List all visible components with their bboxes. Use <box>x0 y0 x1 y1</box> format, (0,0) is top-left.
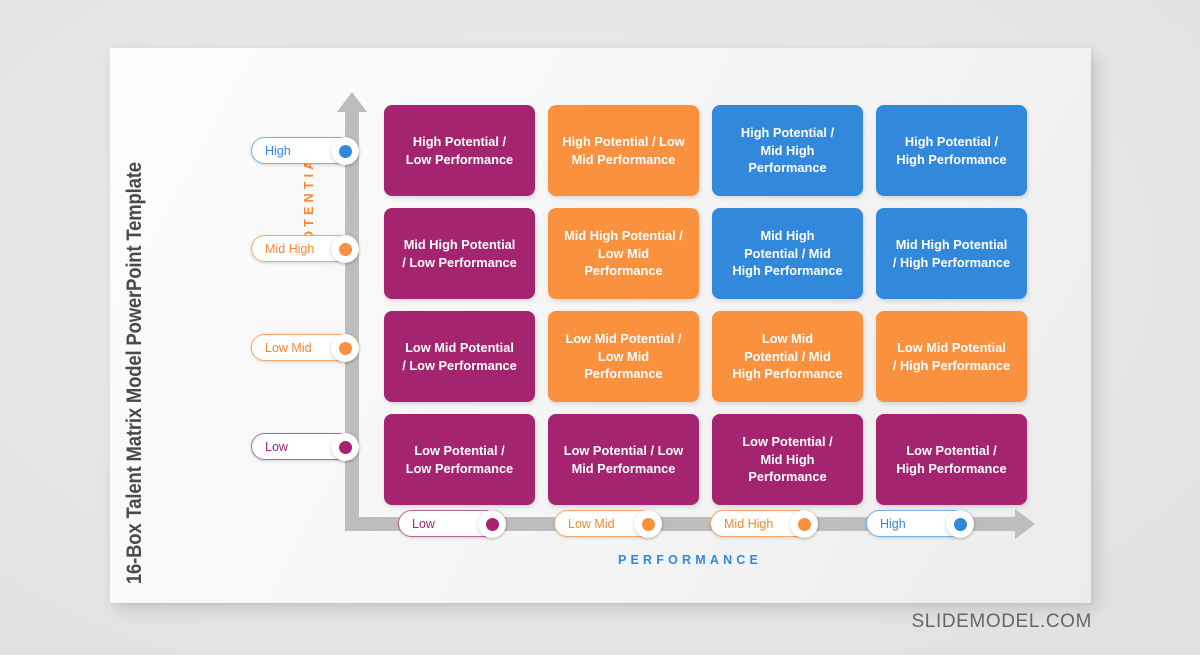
pill-knob-icon <box>946 510 974 538</box>
pill-dot-icon <box>641 517 655 531</box>
pill-dot-icon <box>338 341 352 355</box>
y-axis-label: POTENTIAL <box>302 144 316 254</box>
matrix-cell[interactable]: Mid High Potential / Low Mid Performance <box>548 208 699 299</box>
pill-dot-icon <box>953 517 967 531</box>
slide-title-text: 16-Box Talent Matrix Model PowerPoint Te… <box>121 162 146 585</box>
y-axis-pill-low-mid[interactable]: Low Mid <box>251 334 359 362</box>
pill-dot-icon <box>485 517 499 531</box>
matrix-cell[interactable]: High Potential / Low Performance <box>384 105 535 196</box>
x-axis-pill-low-mid[interactable]: Low Mid <box>554 510 662 538</box>
y-axis-pill-low[interactable]: Low <box>251 433 359 461</box>
pill-knob-icon <box>790 510 818 538</box>
pill-dot-icon <box>338 440 352 454</box>
matrix-cell[interactable]: Low Potential / Low Mid Performance <box>548 414 699 505</box>
matrix-cell[interactable]: Mid High Potential / Mid High Performanc… <box>712 208 863 299</box>
x-axis-arrowhead-icon <box>1015 509 1035 539</box>
slide-canvas: 16-Box Talent Matrix Model PowerPoint Te… <box>110 48 1091 603</box>
pill-knob-icon <box>331 137 359 165</box>
matrix-cell[interactable]: High Potential / Mid High Performance <box>712 105 863 196</box>
matrix-cell[interactable]: High Potential / High Performance <box>876 105 1027 196</box>
x-axis-pill-low[interactable]: Low <box>398 510 506 538</box>
pill-dot-icon <box>797 517 811 531</box>
matrix-cell[interactable]: Low Potential / Low Performance <box>384 414 535 505</box>
pill-knob-icon <box>331 334 359 362</box>
y-axis-arrow <box>345 108 359 531</box>
y-axis-pill-mid-high[interactable]: Mid High <box>251 235 359 263</box>
matrix-cell[interactable]: High Potential / Low Mid Performance <box>548 105 699 196</box>
screenshot-stage: 16-Box Talent Matrix Model PowerPoint Te… <box>0 0 1200 655</box>
y-axis-arrowhead-icon <box>337 92 367 112</box>
x-axis-pill-high[interactable]: High <box>866 510 974 538</box>
matrix-cell[interactable]: Low Mid Potential / Low Performance <box>384 311 535 402</box>
matrix-cell[interactable]: Mid High Potential / High Performance <box>876 208 1027 299</box>
watermark: SLIDEMODEL.COM <box>911 611 1092 632</box>
matrix-cell[interactable]: Mid High Potential / Low Performance <box>384 208 535 299</box>
pill-dot-icon <box>338 242 352 256</box>
slide-title: 16-Box Talent Matrix Model PowerPoint Te… <box>110 48 158 603</box>
x-axis-label: PERFORMANCE <box>617 553 763 567</box>
pill-knob-icon <box>331 235 359 263</box>
x-axis-pill-mid-high[interactable]: Mid High <box>710 510 818 538</box>
y-axis-pill-high[interactable]: High <box>251 137 359 165</box>
pill-knob-icon <box>634 510 662 538</box>
pill-dot-icon <box>338 144 352 158</box>
matrix-cell[interactable]: Low Mid Potential / Mid High Performance <box>712 311 863 402</box>
pill-knob-icon <box>478 510 506 538</box>
matrix-cell[interactable]: Low Potential / High Performance <box>876 414 1027 505</box>
matrix-cell[interactable]: Low Mid Potential / High Performance <box>876 311 1027 402</box>
talent-matrix-grid: High Potential / Low Performance High Pot… <box>384 105 1027 505</box>
matrix-cell[interactable]: Low Mid Potential / Low Mid Performance <box>548 311 699 402</box>
pill-knob-icon <box>331 433 359 461</box>
matrix-cell[interactable]: Low Potential / Mid High Performance <box>712 414 863 505</box>
